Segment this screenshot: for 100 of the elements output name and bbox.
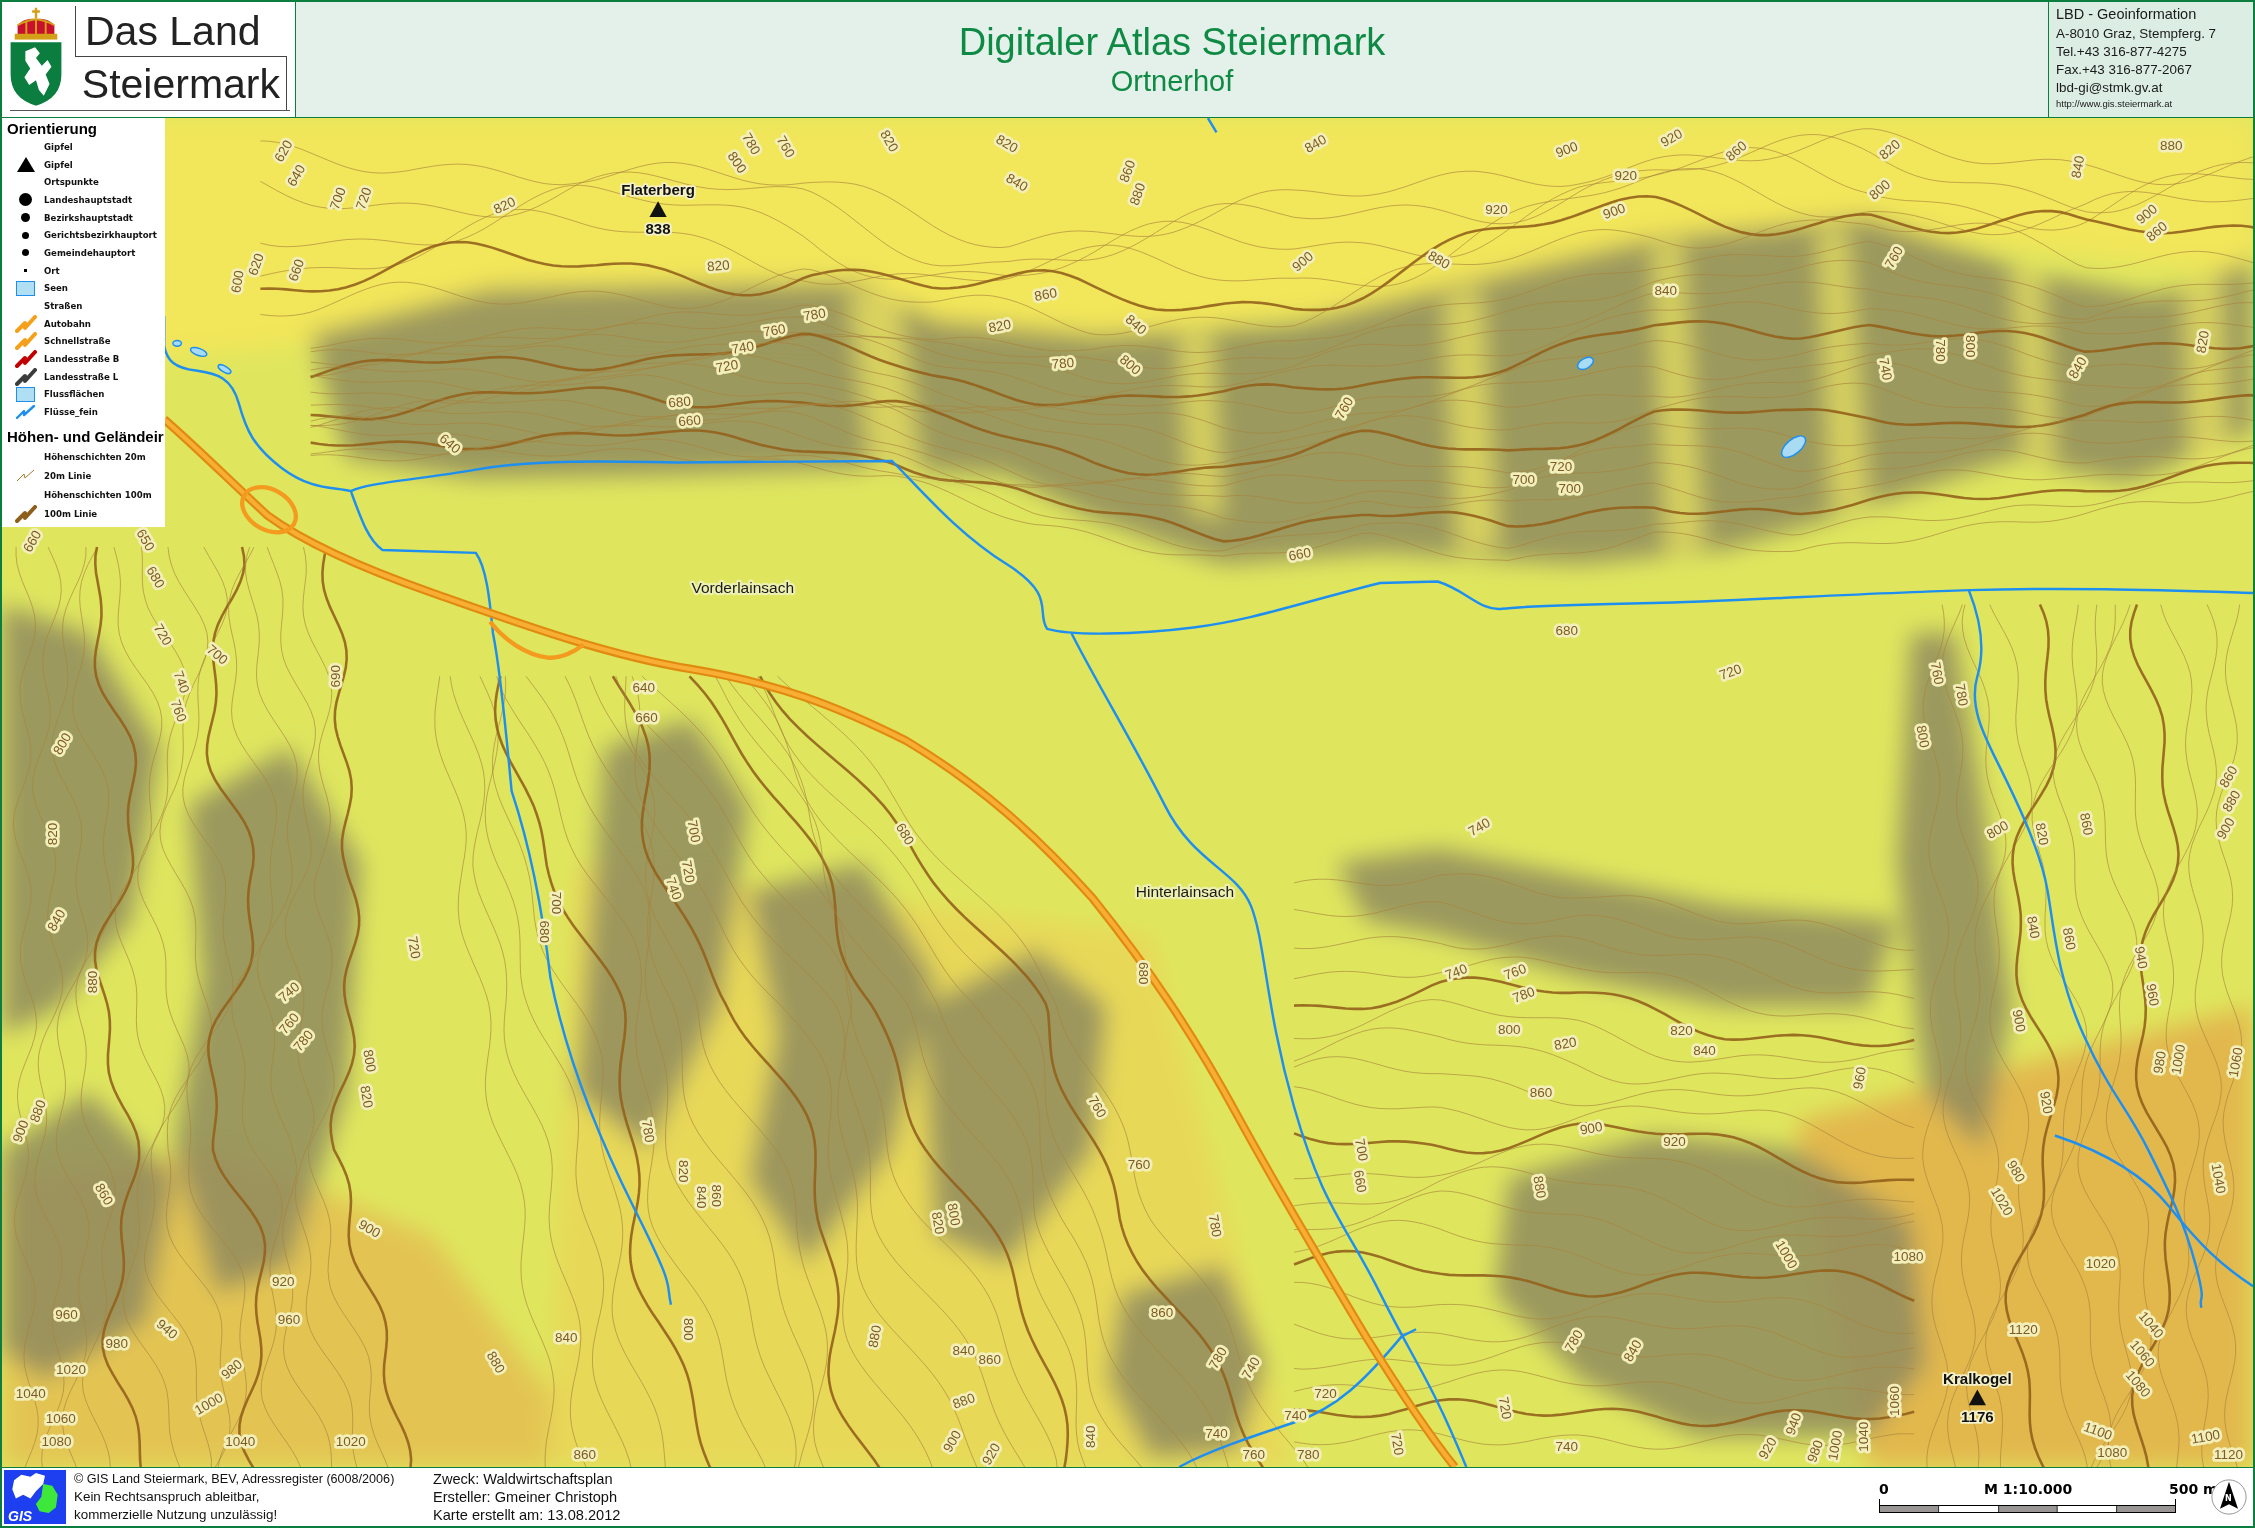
contour-label: 660 — [1350, 1169, 1370, 1194]
map-title: Digitaler Atlas Steiermark — [958, 20, 1386, 65]
contour-label: 900 — [940, 1427, 965, 1455]
lake-shape — [217, 364, 232, 375]
zigzag-line-icon — [14, 504, 37, 523]
contour-label: 820 — [987, 316, 1013, 336]
legend-label: Landeshauptstadt — [44, 194, 133, 205]
contour-label: 840 — [693, 1185, 709, 1209]
contour-label: 880 — [1425, 247, 1453, 273]
contour-label: 720 — [1388, 1431, 1407, 1457]
contour-label: 820 — [706, 257, 731, 275]
contour-label: 820 — [44, 822, 60, 846]
contour-label: 860 — [709, 1184, 725, 1207]
dot-icon — [22, 231, 29, 239]
contour-label: 1000 — [1825, 1429, 1846, 1462]
contour-label: 660 — [677, 412, 702, 430]
contour-label: 680 — [667, 393, 692, 411]
logo-text: GIS — [8, 1509, 33, 1523]
legend-label: Autobahn — [44, 318, 91, 329]
contour-label: 980 — [218, 1356, 246, 1383]
contour-label: 920 — [272, 1274, 295, 1290]
contour-label: 1080 — [41, 1433, 72, 1449]
contour-label: 840 — [2065, 354, 2090, 382]
copyright-text: kommerzielle Nutzung unzulässig! — [74, 1506, 279, 1524]
copyright-text: © GIS Land Steiermark, BEV, Adressregister (6008/2006) — [74, 1471, 396, 1488]
contour-label: 820 — [676, 1160, 692, 1183]
contour-label: 690 — [327, 665, 343, 688]
peak-name: Flaterberg — [621, 181, 695, 199]
contour-label: 740 — [1238, 1354, 1264, 1382]
contour-label: 840 — [44, 906, 69, 934]
contour-label: 700 — [1352, 1137, 1371, 1163]
contour-label: 700 — [684, 818, 704, 844]
contour-label: 820 — [993, 131, 1021, 156]
contour-label: 780 — [1952, 682, 1971, 708]
contour-label: 820 — [491, 194, 518, 218]
contour-label: 700 — [548, 891, 564, 915]
contour-label: 860 — [978, 1351, 1001, 1367]
contour-label: 1000 — [192, 1389, 226, 1418]
contour-label: 920 — [1663, 1133, 1686, 1149]
legend-label: Ortspunkte — [44, 177, 99, 188]
contour-label: 920 — [1658, 125, 1686, 151]
contour-label: 820 — [1670, 1023, 1693, 1039]
contour-label: 820 — [2032, 821, 2052, 847]
contour-label: 700 — [1558, 480, 1581, 496]
contour-label: 840 — [1693, 1043, 1716, 1059]
contour-label: 900 — [2213, 814, 2238, 842]
map-subtitle: Ortnerhof — [1110, 66, 1234, 99]
contour-label: 1000 — [2168, 1043, 2189, 1076]
contour-label: 820 — [877, 127, 902, 155]
contour-label: 680 — [1555, 622, 1579, 638]
river-line — [1206, 118, 1218, 133]
contour-label: 620 — [245, 251, 267, 278]
dot-icon — [22, 249, 29, 257]
contour-label: 780 — [1051, 354, 1075, 372]
organisation-name: LBD - Geoinformation — [2056, 5, 2198, 24]
phone-text: Tel.+43 316-877-4275 — [2056, 43, 2188, 61]
contour-label: 680 — [143, 563, 168, 591]
contour-label: 700 — [203, 641, 231, 668]
peak-icon — [1968, 1389, 1986, 1406]
contour-label: 840 — [952, 1343, 976, 1359]
dot-icon — [21, 213, 30, 223]
contour-label: 800 — [1962, 334, 1978, 358]
contour-label: 720 — [1549, 459, 1573, 475]
contour-label: 1120 — [2214, 1446, 2244, 1462]
copyright-text: Kein Rechtsanspruch ableitbar, — [74, 1488, 261, 1506]
contour-label: 860 — [1529, 1084, 1553, 1100]
place-label: Hinterlainsach — [1135, 883, 1235, 900]
map-info-text: Ersteller: Gmeiner Christoph — [433, 1488, 619, 1506]
contour-label: 860 — [2077, 811, 2096, 837]
contour-label: 980 — [2004, 1157, 2029, 1185]
contour-label: 960 — [1850, 1065, 1869, 1091]
fax-text: Fax.+43 316-877-2067 — [2056, 61, 2193, 79]
contour-label: 820 — [1876, 136, 1904, 163]
legend-label: Landesstraße B — [44, 354, 120, 365]
map-info-text: Zweck: Waldwirtschaftsplan — [433, 1470, 614, 1488]
contour-label: 780 — [638, 1118, 658, 1144]
contour-label: 840 — [1003, 170, 1031, 195]
contour-label: 840 — [2024, 915, 2043, 940]
zigzag-line-icon — [14, 314, 37, 333]
contour-label: 800 — [680, 1318, 696, 1341]
contour-label: 840 — [554, 1330, 578, 1346]
contour-label: 840 — [1620, 1337, 1645, 1365]
zigzag-line-icon — [14, 332, 37, 351]
legend-label: Gipfel — [44, 159, 73, 170]
contour-label: 760 — [1085, 1093, 1110, 1121]
legend-label: Flüsse_fein — [44, 407, 98, 418]
contour-label: 760 — [1882, 243, 1907, 271]
contour-label: 650 — [133, 526, 158, 554]
lake-shape — [1576, 356, 1595, 371]
legend-label: Schnellstraße — [44, 336, 111, 347]
contour-label: 760 — [761, 321, 787, 340]
zigzag-line-icon — [14, 350, 37, 369]
contour-label: 720 — [404, 935, 424, 960]
contour-label: 920 — [1485, 202, 1508, 218]
contour-label: 740 — [275, 979, 303, 1005]
contour-label: 660 — [1287, 544, 1313, 564]
legend-label: 20m Linie — [44, 470, 92, 481]
contour-label: 900 — [1289, 248, 1317, 275]
contour-label: 980 — [1804, 1438, 1827, 1465]
lake-shape — [1780, 435, 1807, 459]
